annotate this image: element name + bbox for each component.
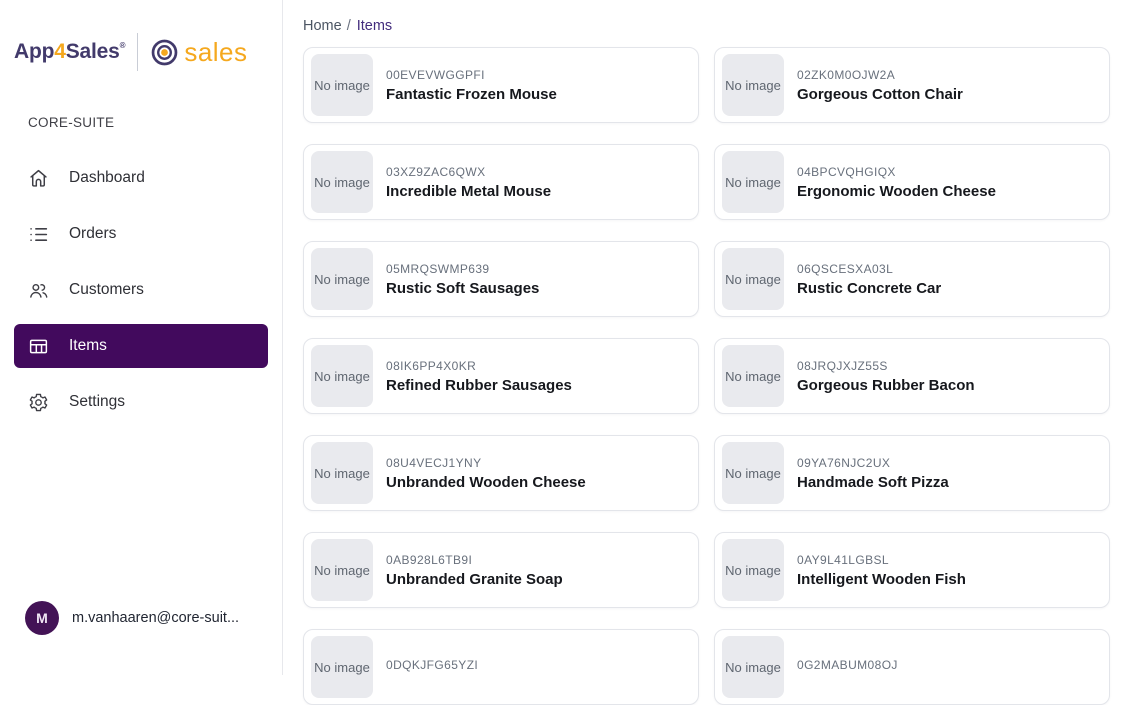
no-image-placeholder: No image — [722, 539, 784, 601]
item-code: 08JRQJXJZ55S — [797, 359, 975, 373]
item-card[interactable]: No image 00EVEVWGGPFI Fantastic Frozen M… — [303, 47, 699, 123]
sidebar-item-customers[interactable]: Customers — [14, 268, 268, 312]
item-card[interactable]: No image 05MRQSWMP639 Rustic Soft Sausag… — [303, 241, 699, 317]
settings-gear-icon — [28, 392, 49, 413]
item-name: Incredible Metal Mouse — [386, 183, 551, 200]
item-name: Unbranded Granite Soap — [386, 571, 563, 588]
no-image-placeholder: No image — [311, 636, 373, 698]
no-image-placeholder: No image — [722, 442, 784, 504]
item-code: 09YA76NJC2UX — [797, 456, 949, 470]
no-image-placeholder: No image — [311, 345, 373, 407]
sidebar-item-orders[interactable]: Orders — [14, 212, 268, 256]
breadcrumb: Home / Items — [303, 18, 1123, 34]
no-image-placeholder: No image — [311, 151, 373, 213]
item-code: 0DQKJFG65YZI — [386, 658, 478, 672]
no-image-placeholder: No image — [722, 345, 784, 407]
item-card[interactable]: No image 0AB928L6TB9I Unbranded Granite … — [303, 532, 699, 608]
item-name: Gorgeous Rubber Bacon — [797, 377, 975, 394]
sidebar-item-items[interactable]: Items — [14, 324, 268, 368]
no-image-placeholder: No image — [311, 442, 373, 504]
item-code: 0G2MABUM08OJ — [797, 658, 898, 672]
no-image-placeholder: No image — [722, 54, 784, 116]
sidebar-item-settings[interactable]: Settings — [14, 380, 268, 424]
items-table-icon — [28, 336, 49, 357]
item-code: 06QSCESXA03L — [797, 262, 941, 276]
avatar[interactable]: M — [25, 601, 59, 635]
main-content: Home / Items No image 00EVEVWGGPFI Fantast… — [284, 0, 1123, 675]
item-card[interactable]: No image 0AY9L41LGBSL Intelligent Wooden… — [714, 532, 1110, 608]
breadcrumb-items-link[interactable]: Items — [357, 18, 392, 34]
item-card[interactable]: No image 04BPCVQHGIQX Ergonomic Wooden C… — [714, 144, 1110, 220]
sidebar-nav: Dashboard Orders Customers Items Setting… — [0, 156, 282, 424]
item-code: 0AB928L6TB9I — [386, 553, 563, 567]
org-name: CORE-SUITE — [28, 115, 282, 130]
no-image-placeholder: No image — [311, 539, 373, 601]
item-code: 03XZ9ZAC6QWX — [386, 165, 551, 179]
item-code: 05MRQSWMP639 — [386, 262, 539, 276]
item-code: 00EVEVWGGPFI — [386, 68, 557, 82]
bullseye-icon — [151, 39, 178, 66]
item-code: 02ZK0M0OJW2A — [797, 68, 963, 82]
item-card[interactable]: No image 06QSCESXA03L Rustic Concrete Ca… — [714, 241, 1110, 317]
no-image-placeholder: No image — [722, 248, 784, 310]
breadcrumb-home-link[interactable]: Home — [303, 18, 342, 34]
item-card[interactable]: No image 0G2MABUM08OJ — [714, 629, 1110, 705]
home-icon — [28, 168, 49, 189]
item-code: 04BPCVQHGIQX — [797, 165, 996, 179]
item-name: Unbranded Wooden Cheese — [386, 474, 586, 491]
orders-list-icon — [28, 224, 49, 245]
item-code: 08IK6PP4X0KR — [386, 359, 572, 373]
app4sales-wordmark: App4Sales® — [14, 40, 125, 64]
item-card[interactable]: No image 09YA76NJC2UX Handmade Soft Pizz… — [714, 435, 1110, 511]
no-image-placeholder: No image — [722, 151, 784, 213]
user-account[interactable]: M m.vanhaaren@core-suit... — [25, 601, 239, 635]
breadcrumb-separator: / — [347, 18, 351, 34]
no-image-placeholder: No image — [311, 54, 373, 116]
item-code: 08U4VECJ1YNY — [386, 456, 586, 470]
item-name: Rustic Concrete Car — [797, 280, 941, 297]
item-card[interactable]: No image 0DQKJFG65YZI — [303, 629, 699, 705]
item-name: Intelligent Wooden Fish — [797, 571, 966, 588]
item-card[interactable]: No image 08JRQJXJZ55S Gorgeous Rubber Ba… — [714, 338, 1110, 414]
item-card[interactable]: No image 08U4VECJ1YNY Unbranded Wooden C… — [303, 435, 699, 511]
sidebar: App4Sales® sales CORE-SUITE Dashboard Or… — [0, 0, 283, 675]
item-name: Rustic Soft Sausages — [386, 280, 539, 297]
sidebar-item-dashboard[interactable]: Dashboard — [14, 156, 268, 200]
item-card[interactable]: No image 02ZK0M0OJW2A Gorgeous Cotton Ch… — [714, 47, 1110, 123]
items-grid: No image 00EVEVWGGPFI Fantastic Frozen M… — [303, 47, 1110, 705]
item-code: 0AY9L41LGBSL — [797, 553, 966, 567]
logo-divider — [137, 33, 138, 71]
item-name: Gorgeous Cotton Chair — [797, 86, 963, 103]
item-name: Ergonomic Wooden Cheese — [797, 183, 996, 200]
item-card[interactable]: No image 08IK6PP4X0KR Refined Rubber Sau… — [303, 338, 699, 414]
item-name: Refined Rubber Sausages — [386, 377, 572, 394]
no-image-placeholder: No image — [722, 636, 784, 698]
item-name: Fantastic Frozen Mouse — [386, 86, 557, 103]
item-name: Handmade Soft Pizza — [797, 474, 949, 491]
no-image-placeholder: No image — [311, 248, 373, 310]
sales-wordmark: sales — [184, 37, 247, 68]
customers-icon — [28, 280, 49, 301]
item-card[interactable]: No image 03XZ9ZAC6QWX Incredible Metal M… — [303, 144, 699, 220]
user-email: m.vanhaaren@core-suit... — [72, 610, 239, 626]
app-logo: App4Sales® sales — [14, 33, 282, 71]
registered-mark: ® — [120, 41, 126, 50]
